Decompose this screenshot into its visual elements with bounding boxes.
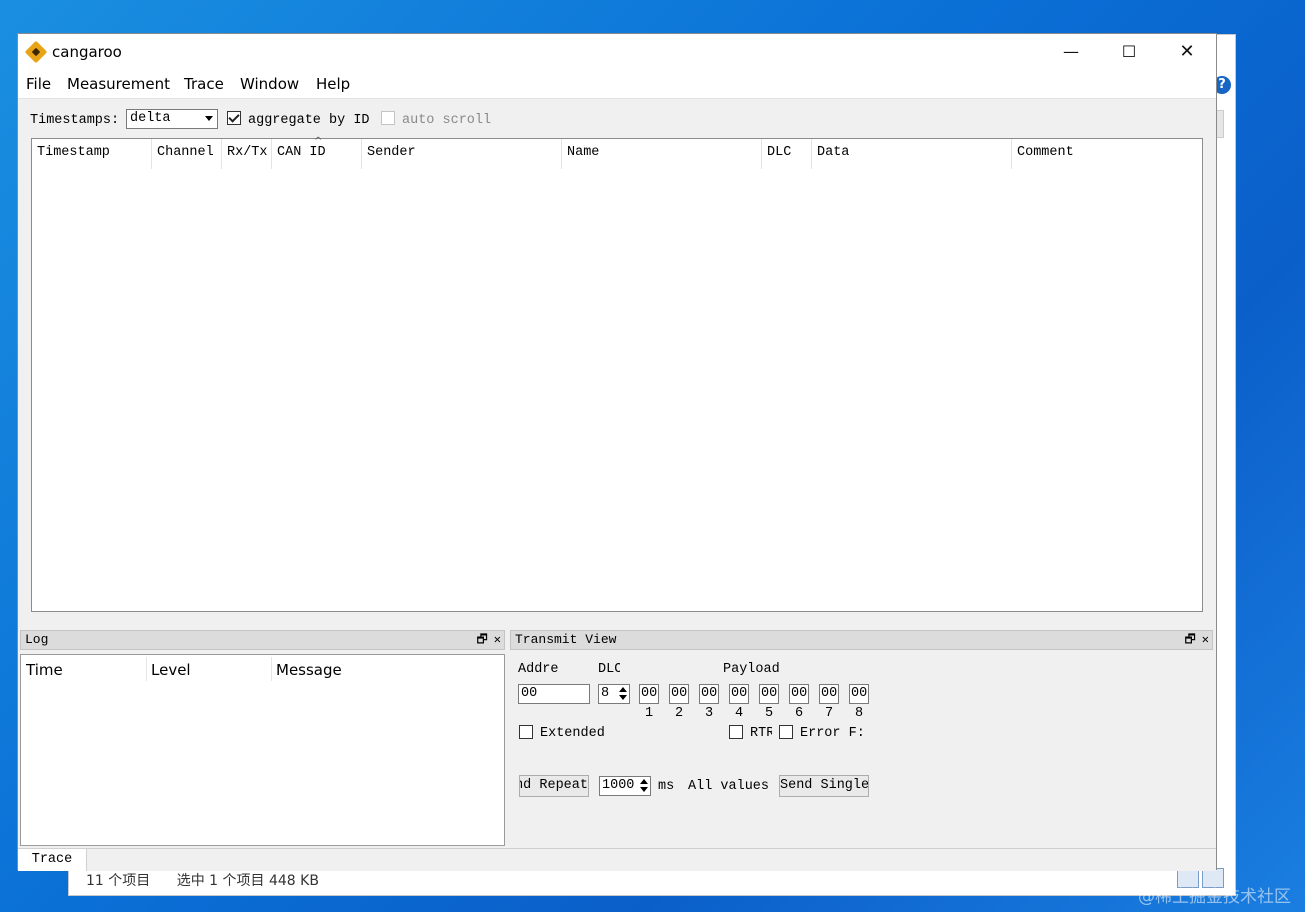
transmit-dock-title-bar[interactable]: Transmit View 🗗 ✕ [510, 630, 1213, 650]
payload-index-7: 7 [825, 706, 834, 721]
maximize-button[interactable]: ☐ [1100, 34, 1158, 70]
address-input[interactable]: 00 [518, 684, 590, 704]
transmit-dock-title: Transmit View [515, 632, 617, 647]
payload-byte-3[interactable]: 00 [699, 684, 719, 704]
send-repeat-button[interactable]: Send Repeat [519, 775, 589, 797]
window-title: cangaroo [52, 43, 122, 61]
dlc-value: 8 [601, 686, 610, 701]
error-frame-checkbox[interactable] [779, 725, 793, 739]
spin-arrows-icon[interactable] [617, 686, 628, 702]
payload-byte-5[interactable]: 00 [759, 684, 779, 704]
col-name[interactable]: Name [562, 139, 762, 169]
menu-trace[interactable]: Trace [184, 75, 224, 93]
payload-byte-6[interactable]: 00 [789, 684, 809, 704]
rtr-label: RTR [750, 726, 772, 741]
log-dock-title-bar[interactable]: Log 🗗 ✕ [20, 630, 505, 650]
menu-help[interactable]: Help [316, 75, 350, 93]
trace-table[interactable]: Timestamp Channel Rx/Tx CAN ID ^ Sender … [31, 136, 1203, 612]
explorer-status-bar: 11 个项目 选中 1 个项目 448 KB [86, 870, 341, 890]
dlc-spinbox[interactable]: 8 [598, 684, 630, 704]
col-rxtx[interactable]: Rx/Tx [222, 139, 272, 169]
send-single-button[interactable]: Send Single [779, 775, 869, 797]
selection-info: 选中 1 个项目 448 KB [176, 873, 319, 889]
transmit-dock: Transmit View 🗗 ✕ Addre DLC Payload 00 8 … [510, 630, 1213, 846]
title-bar[interactable]: cangaroo — ☐ ✕ [18, 34, 1216, 70]
menu-bar: File Measurement Trace Window Help [18, 70, 1216, 99]
cangaroo-window: cangaroo — ☐ ✕ File Measurement Trace Wi… [17, 33, 1217, 871]
payload-index-6: 6 [795, 706, 804, 721]
close-button[interactable]: ✕ [1158, 34, 1216, 70]
rtr-checkbox[interactable] [729, 725, 743, 739]
watermark: @稀土掘金技术社区 [1138, 887, 1291, 907]
float-icon[interactable]: 🗗 [476, 633, 487, 647]
minimize-button[interactable]: — [1042, 34, 1100, 70]
aggregate-checkbox[interactable] [227, 111, 241, 125]
payload-byte-8[interactable]: 00 [849, 684, 869, 704]
menu-file[interactable]: File [26, 75, 51, 93]
autoscroll-checkbox[interactable] [381, 111, 395, 125]
extended-label: Extended [540, 726, 605, 741]
payload-index-5: 5 [765, 706, 774, 721]
payload-index-3: 3 [705, 706, 714, 721]
payload-byte-4[interactable]: 00 [729, 684, 749, 704]
log-table[interactable]: Time Level Message [20, 654, 505, 846]
payload-index-4: 4 [735, 706, 744, 721]
trace-toolbar: Timestamps: delta aggregate by ID auto s… [18, 104, 1216, 134]
item-count: 11 个项目 [86, 873, 151, 889]
autoscroll-label: auto scroll [402, 113, 492, 128]
col-sender[interactable]: Sender [362, 139, 562, 169]
col-dlc[interactable]: DLC [762, 139, 812, 169]
dock-tab-bar: Trace [18, 848, 1216, 871]
interval-spinbox[interactable]: 1000 [599, 776, 651, 796]
address-label: Addre [518, 662, 559, 677]
sort-ascending-icon: ^ [314, 136, 323, 147]
dlc-label: DLC [598, 662, 620, 677]
payload-byte-7[interactable]: 00 [819, 684, 839, 704]
dropdown-arrow-icon [205, 116, 213, 121]
timestamps-label: Timestamps: [30, 113, 120, 128]
payload-index-8: 8 [855, 706, 864, 721]
col-data[interactable]: Data [812, 139, 1012, 169]
timestamps-select[interactable]: delta [126, 109, 218, 129]
close-icon[interactable]: ✕ [1202, 633, 1209, 647]
payload-index-2: 2 [675, 706, 684, 721]
timestamps-value: delta [130, 111, 171, 126]
log-col-level[interactable]: Level [146, 661, 191, 679]
float-icon[interactable]: 🗗 [1184, 633, 1195, 647]
menu-window[interactable]: Window [240, 75, 299, 93]
tab-trace[interactable]: Trace [18, 849, 87, 871]
kangaroo-logo-icon [24, 40, 48, 64]
close-icon[interactable]: ✕ [494, 633, 501, 647]
log-col-message[interactable]: Message [271, 661, 342, 679]
all-values-label: All values [688, 779, 770, 794]
payload-index-1: 1 [645, 706, 654, 721]
payload-byte-2[interactable]: 00 [669, 684, 689, 704]
aggregate-label: aggregate by ID [248, 113, 370, 128]
col-timestamp[interactable]: Timestamp [32, 139, 152, 169]
payload-label: Payload [723, 662, 780, 677]
payload-byte-1[interactable]: 00 [639, 684, 659, 704]
interval-value: 1000 [602, 778, 635, 793]
error-frame-label: Error F: [800, 726, 862, 741]
col-channel[interactable]: Channel [152, 139, 222, 169]
menu-measurement[interactable]: Measurement [67, 75, 170, 93]
log-dock-title: Log [25, 632, 49, 647]
log-dock: Log 🗗 ✕ Time Level Message [20, 630, 505, 846]
background-scrollbar [1216, 110, 1224, 138]
extended-checkbox[interactable] [519, 725, 533, 739]
checkmark-icon [228, 111, 240, 123]
ms-label: ms [658, 779, 675, 794]
col-comment[interactable]: Comment [1012, 139, 1202, 169]
spin-arrows-icon[interactable] [638, 778, 649, 794]
log-col-time[interactable]: Time [21, 661, 63, 679]
